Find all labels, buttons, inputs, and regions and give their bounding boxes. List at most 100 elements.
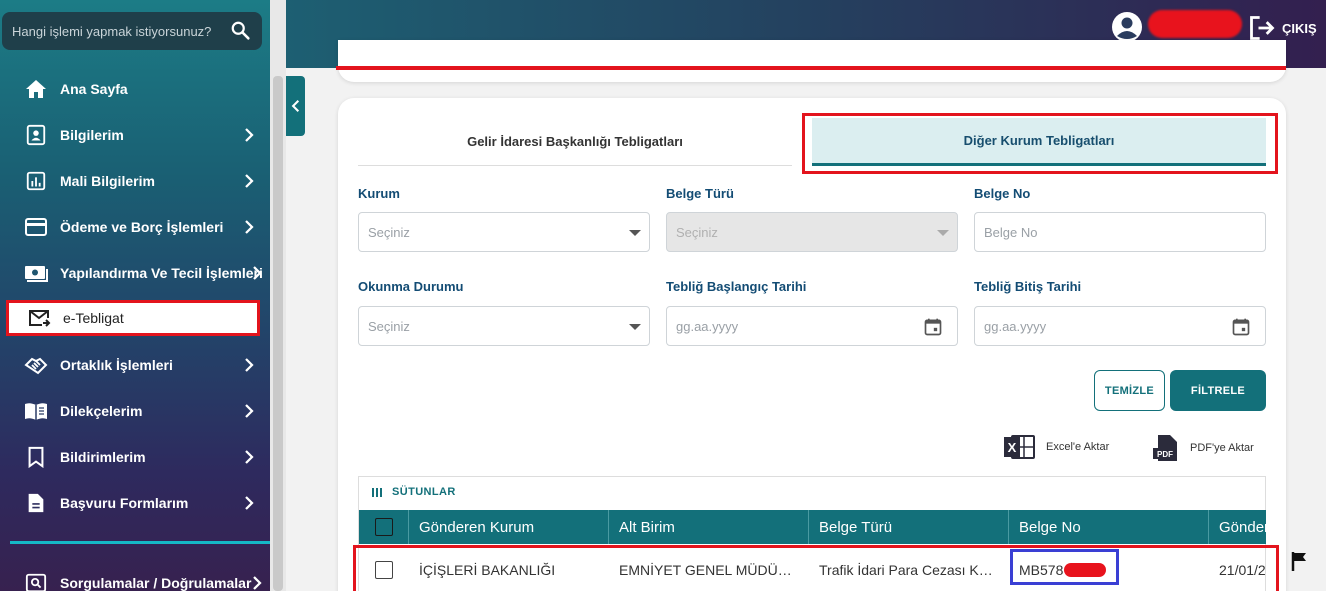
caret-down-icon bbox=[629, 324, 641, 330]
bar-chart-icon bbox=[24, 169, 48, 193]
teblig-bitis-placeholder: gg.aa.yyyy bbox=[984, 318, 1047, 334]
chevron-right-icon bbox=[245, 358, 254, 372]
pdf-icon: PDF bbox=[1153, 435, 1177, 461]
teblig-baslangic-placeholder: gg.aa.yyyy bbox=[676, 318, 739, 334]
sidebar-item-label: Dilekçelerim bbox=[60, 403, 143, 419]
belge-no-highlight-outline bbox=[1010, 549, 1119, 585]
calendar-icon[interactable] bbox=[923, 317, 943, 337]
header-belge-no[interactable]: Belge No bbox=[1009, 510, 1209, 544]
chevron-right-icon bbox=[245, 128, 254, 142]
header-gonderen-kurum[interactable]: Gönderen Kurum bbox=[409, 510, 609, 544]
calendar-icon[interactable] bbox=[1231, 317, 1251, 337]
excel-export-label: Excel'e Aktar bbox=[1046, 441, 1110, 453]
sidebar-item-label: Ödeme ve Borç İşlemleri bbox=[60, 219, 224, 235]
sidebar-item-ana-sayfa[interactable]: Ana Sayfa bbox=[0, 69, 270, 109]
tab-gib-tebligatlari[interactable]: Gelir İdaresi Başkanlığı Tebligatları bbox=[358, 118, 792, 166]
pdf-export-button[interactable]: PDF PDF'ye Aktar bbox=[1152, 434, 1254, 462]
clear-button[interactable]: TEMİZLE bbox=[1094, 370, 1165, 411]
belge-turu-value: Seçiniz bbox=[676, 224, 718, 240]
sidebar-item-label: e-Tebligat bbox=[63, 310, 124, 326]
teblig-baslangic-input[interactable]: gg.aa.yyyy bbox=[666, 306, 958, 346]
user-name-redacted bbox=[1148, 10, 1242, 38]
chevron-right-icon bbox=[253, 266, 262, 280]
id-card-icon bbox=[24, 123, 48, 147]
chevron-left-icon bbox=[291, 100, 299, 112]
chevron-right-icon bbox=[245, 496, 254, 510]
belge-no-placeholder: Belge No bbox=[984, 224, 1038, 240]
sidebar-item-odeme-borc[interactable]: Ödeme ve Borç İşlemleri bbox=[0, 207, 270, 247]
logout-icon bbox=[1250, 16, 1275, 40]
header-alt-birim[interactable]: Alt Birim bbox=[609, 510, 809, 544]
sidebar-item-label: Ortaklık İşlemleri bbox=[60, 357, 173, 373]
belge-turu-label: Belge Türü bbox=[666, 186, 734, 201]
sidebar-item-label: Bildirimlerim bbox=[60, 449, 146, 465]
teblig-bitis-input[interactable]: gg.aa.yyyy bbox=[974, 306, 1266, 346]
top-card bbox=[338, 40, 1286, 82]
kurum-value: Seçiniz bbox=[368, 224, 410, 240]
logout-label: ÇIKIŞ bbox=[1282, 20, 1317, 36]
table-header: Gönderen Kurum Alt Birim Belge Türü Belg… bbox=[359, 510, 1266, 544]
chevron-right-icon bbox=[253, 576, 262, 590]
bookmark-icon bbox=[24, 445, 48, 469]
sidebar-scroll-thumb[interactable] bbox=[273, 76, 283, 591]
sidebar-item-label: Yapılandırma Ve Tecil İşlemleri bbox=[60, 265, 263, 281]
search-box-icon bbox=[24, 571, 48, 591]
highlight-line bbox=[336, 66, 1286, 70]
belge-turu-select: Seçiniz bbox=[666, 212, 958, 252]
sidebar-item-bildirimlerim[interactable]: Bildirimlerim bbox=[0, 437, 270, 477]
kurum-select[interactable]: Seçiniz bbox=[358, 212, 650, 252]
home-icon bbox=[24, 77, 48, 101]
row-highlight-outline bbox=[353, 545, 1279, 591]
sidebar-item-label: Ana Sayfa bbox=[60, 81, 128, 97]
chevron-right-icon bbox=[245, 404, 254, 418]
sidebar-search[interactable]: Hangi işlemi yapmak istiyorsunuz? bbox=[2, 12, 262, 50]
sidebar-collapse-button[interactable] bbox=[286, 76, 305, 136]
handshake-icon bbox=[24, 353, 48, 377]
teblig-baslangic-label: Tebliğ Başlangıç Tarihi bbox=[666, 279, 807, 294]
okunma-durumu-value: Seçiniz bbox=[368, 318, 410, 334]
belge-no-input[interactable]: Belge No bbox=[974, 212, 1266, 252]
excel-icon: X bbox=[1004, 435, 1035, 459]
caret-down-icon bbox=[937, 230, 949, 236]
filter-button[interactable]: FİLTRELE bbox=[1170, 370, 1266, 411]
sidebar-item-e-tebligat[interactable]: e-Tebligat bbox=[6, 300, 260, 336]
sidebar-item-dilekcelerim[interactable]: Dilekçelerim bbox=[0, 391, 270, 431]
sidebar-item-label: Başvuru Formlarım bbox=[60, 495, 189, 511]
select-all-checkbox[interactable] bbox=[375, 518, 393, 536]
sidebar-item-label: Sorgulamalar / Doğrulamalar bbox=[60, 575, 252, 591]
excel-export-button[interactable]: X Excel'e Aktar bbox=[1004, 434, 1109, 460]
select-all-cell bbox=[359, 510, 409, 544]
credit-card-icon bbox=[24, 215, 48, 239]
sidebar-item-yapilandirma[interactable]: Yapılandırma Ve Tecil İşlemleri bbox=[0, 253, 270, 293]
sidebar-item-sorgulamalar[interactable]: Sorgulamalar / Doğrulamalar bbox=[0, 563, 270, 591]
sidebar-item-bilgilerim[interactable]: Bilgilerim bbox=[0, 115, 270, 155]
kurum-label: Kurum bbox=[358, 186, 400, 201]
logout-button[interactable]: ÇIKIŞ bbox=[1248, 14, 1317, 42]
chevron-right-icon bbox=[245, 450, 254, 464]
teblig-bitis-label: Tebliğ Bitiş Tarihi bbox=[974, 279, 1082, 294]
flag-icon[interactable] bbox=[1290, 550, 1310, 572]
belge-no-label: Belge No bbox=[974, 186, 1031, 201]
sidebar-item-label: Mali Bilgilerim bbox=[60, 173, 155, 189]
sidebar-divider bbox=[10, 541, 270, 544]
header-belge-turu[interactable]: Belge Türü bbox=[809, 510, 1009, 544]
columns-button[interactable]: SÜTUNLAR bbox=[372, 486, 456, 498]
sidebar-item-ortaklik[interactable]: Ortaklık İşlemleri bbox=[0, 345, 270, 385]
search-icon[interactable] bbox=[230, 20, 252, 42]
pdf-export-label: PDF'ye Aktar bbox=[1190, 442, 1254, 454]
money-icon bbox=[24, 261, 48, 285]
sidebar: Hangi işlemi yapmak istiyorsunuz? Ana Sa… bbox=[0, 0, 270, 591]
document-icon bbox=[24, 491, 48, 515]
svg-text:PDF: PDF bbox=[1157, 450, 1173, 459]
tab-highlight-outline bbox=[802, 113, 1278, 174]
user-avatar-icon[interactable] bbox=[1112, 12, 1142, 42]
header-gonderim[interactable]: Gönderim bbox=[1209, 510, 1266, 544]
columns-label: SÜTUNLAR bbox=[392, 486, 456, 498]
sidebar-item-mali-bilgilerim[interactable]: Mali Bilgilerim bbox=[0, 161, 270, 201]
okunma-durumu-label: Okunma Durumu bbox=[358, 279, 464, 294]
columns-icon bbox=[372, 487, 382, 497]
chevron-right-icon bbox=[245, 174, 254, 188]
okunma-durumu-select[interactable]: Seçiniz bbox=[358, 306, 650, 346]
sidebar-item-basvuru-formlarim[interactable]: Başvuru Formlarım bbox=[0, 483, 270, 523]
mail-send-icon bbox=[27, 306, 51, 330]
